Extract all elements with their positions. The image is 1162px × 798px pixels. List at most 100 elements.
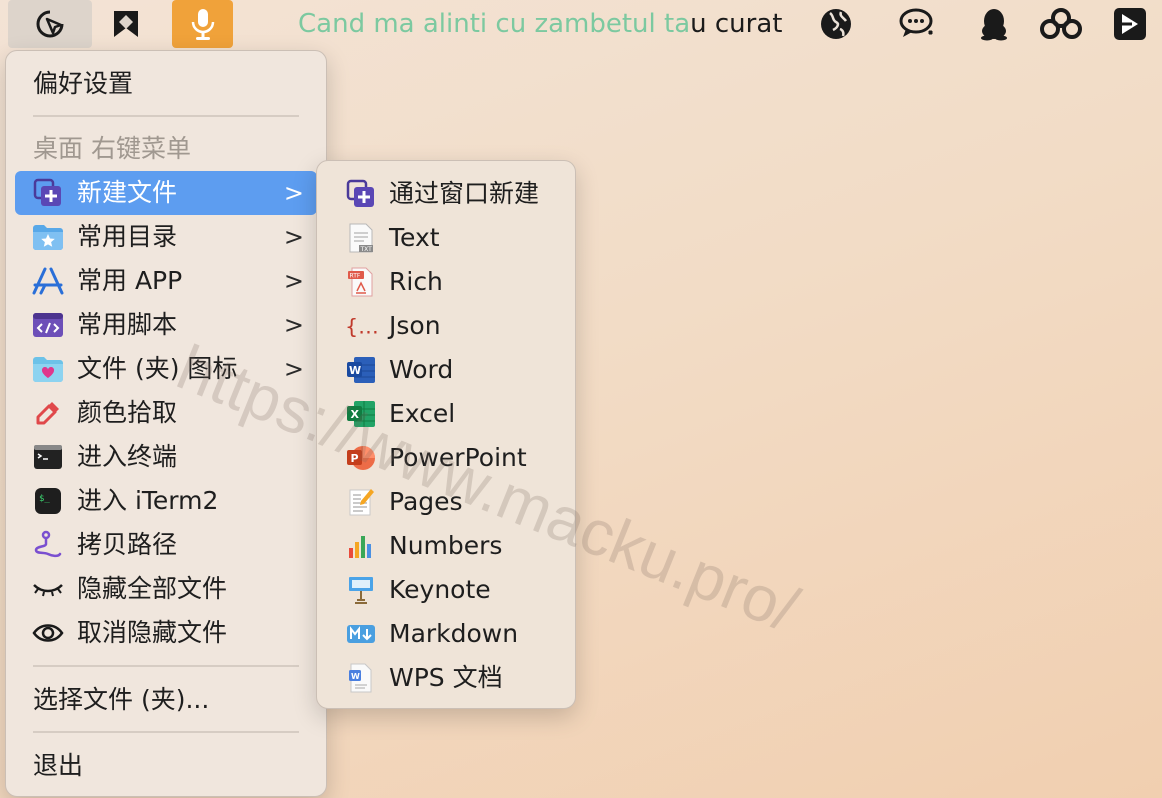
chevron-right-icon: >: [283, 355, 304, 383]
submenu-item-label: Pages: [389, 487, 463, 516]
eye-open-icon: [32, 618, 64, 648]
cloud-icon: [1040, 8, 1082, 39]
keynote-icon: [345, 575, 377, 605]
menu-item-show-files[interactable]: 取消隐藏文件: [6, 611, 326, 655]
media-play-icon: [1114, 8, 1146, 40]
penguin-status-item[interactable]: [970, 0, 1018, 48]
lyrics-sung: Cand ma alinti cu zambetul ta: [298, 9, 691, 39]
chevron-right-icon: >: [283, 311, 304, 339]
menu-item-common-folders[interactable]: 常用目录 >: [6, 215, 326, 259]
menu-item-new-file[interactable]: 新建文件 >: [15, 171, 317, 215]
submenu-item-label: PowerPoint: [389, 443, 527, 472]
svg-text:X: X: [351, 408, 360, 421]
submenu-item-markdown[interactable]: Markdown: [317, 612, 575, 656]
submenu-item-json[interactable]: {…} Json: [317, 304, 575, 348]
folder-heart-icon: [32, 354, 64, 384]
svg-text:W: W: [349, 364, 361, 377]
iterm-icon: $_: [32, 486, 64, 516]
menu-item-common-scripts[interactable]: 常用脚本 >: [6, 303, 326, 347]
penguin-icon: [981, 9, 1007, 41]
wps-doc-icon: W: [345, 663, 377, 693]
menu-item-copy-path[interactable]: 拷贝路径: [6, 523, 326, 567]
chevron-right-icon: >: [283, 267, 304, 295]
menu-item-label: 隐藏全部文件: [77, 574, 228, 603]
submenu-item-text[interactable]: TXT Text: [317, 216, 575, 260]
menu-item-iterm[interactable]: $_ 进入 iTerm2: [6, 479, 326, 523]
pin-status-item[interactable]: [103, 0, 149, 48]
eyedropper-icon: [32, 398, 64, 428]
microphone-icon: [191, 9, 214, 40]
terminal-icon: [32, 442, 64, 472]
app-store-icon: [32, 266, 64, 296]
menu-item-label: 进入 iTerm2: [77, 486, 219, 515]
menu-item-preferences[interactable]: 偏好设置: [33, 62, 133, 106]
chevron-right-icon: >: [283, 179, 304, 207]
svg-text:P: P: [351, 452, 359, 465]
menu-item-label: 常用目录: [77, 222, 178, 251]
excel-icon: X: [345, 399, 377, 429]
menu-bar: Cand ma alinti cu zambetul tau curat: [0, 0, 1162, 48]
submenu-item-keynote[interactable]: Keynote: [317, 568, 575, 612]
pin-icon: [114, 11, 138, 37]
new-file-submenu: 通过窗口新建 TXT Text RTF Rich {…} Json W Word…: [316, 160, 576, 709]
svg-text:{…}: {…}: [345, 315, 377, 339]
menu-item-terminal[interactable]: 进入终端: [6, 435, 326, 479]
menu-item-common-apps[interactable]: 常用 APP >: [6, 259, 326, 303]
cloud-status-item[interactable]: [1037, 0, 1085, 48]
separator: [33, 115, 299, 117]
submenu-item-label: Excel: [389, 399, 456, 428]
pages-icon: [345, 487, 377, 517]
script-icon: [32, 310, 64, 340]
menu-item-quit[interactable]: 退出: [33, 744, 83, 788]
submenu-item-pages[interactable]: Pages: [317, 480, 575, 524]
submenu-item-wps[interactable]: W WPS 文档: [317, 656, 575, 700]
menu-item-label: 新建文件: [77, 178, 178, 207]
submenu-item-label: 通过窗口新建: [389, 179, 540, 208]
word-icon: W: [345, 355, 377, 385]
submenu-item-label: Markdown: [389, 619, 519, 648]
txt-file-icon: TXT: [345, 223, 377, 253]
eye-closed-icon: [32, 574, 64, 604]
json-file-icon: {…}: [345, 311, 377, 341]
submenu-item-label: WPS 文档: [389, 663, 503, 692]
menu-item-label: 文件 (夹) 图标: [77, 354, 238, 383]
media-status-item[interactable]: [1106, 0, 1154, 48]
chat-bubble-icon: [899, 8, 933, 37]
context-menu: 偏好设置 桌面 右键菜单 新建文件 > 常用目录 > 常用 APP > 常用脚本…: [5, 50, 327, 797]
chat-status-item[interactable]: [894, 0, 942, 48]
menu-item-label: 取消隐藏文件: [77, 618, 228, 647]
submenu-item-word[interactable]: W Word: [317, 348, 575, 392]
menu-item-color-picker[interactable]: 颜色拾取: [6, 391, 326, 435]
globe-status-item[interactable]: [812, 0, 860, 48]
chevron-right-icon: >: [283, 223, 304, 251]
lyrics-display: Cand ma alinti cu zambetul tau curat: [298, 0, 782, 48]
svg-text:TXT: TXT: [360, 246, 373, 253]
cursor-status-item[interactable]: [8, 0, 92, 48]
microphone-status-item[interactable]: [172, 0, 233, 48]
svg-text:RTF: RTF: [350, 273, 361, 280]
submenu-item-label: Numbers: [389, 531, 503, 560]
submenu-item-label: Keynote: [389, 575, 491, 604]
lyrics-remaining: u curat: [690, 9, 783, 39]
menu-item-folder-icon[interactable]: 文件 (夹) 图标 >: [6, 347, 326, 391]
svg-text:$_: $_: [39, 494, 50, 504]
submenu-item-powerpoint[interactable]: P PowerPoint: [317, 436, 575, 480]
menu-item-choose-file[interactable]: 选择文件 (夹)...: [33, 678, 209, 722]
menu-item-label: 常用脚本: [77, 310, 178, 339]
section-title: 桌面 右键菜单: [33, 134, 191, 163]
separator: [33, 665, 299, 667]
menu-item-label: 进入终端: [77, 442, 178, 471]
globe-icon: [821, 9, 851, 39]
menu-item-label: 常用 APP: [77, 266, 183, 295]
menu-item-label: 颜色拾取: [77, 398, 178, 427]
folder-star-icon: [32, 222, 64, 252]
submenu-item-new-via-window[interactable]: 通过窗口新建: [317, 172, 575, 216]
submenu-item-excel[interactable]: X Excel: [317, 392, 575, 436]
numbers-icon: [345, 531, 377, 561]
menu-item-hide-files[interactable]: 隐藏全部文件: [6, 567, 326, 611]
menu-item-label: 拷贝路径: [77, 530, 178, 559]
cursor-icon: [36, 10, 64, 38]
submenu-item-numbers[interactable]: Numbers: [317, 524, 575, 568]
submenu-item-rich[interactable]: RTF Rich: [317, 260, 575, 304]
path-icon: [32, 530, 64, 560]
